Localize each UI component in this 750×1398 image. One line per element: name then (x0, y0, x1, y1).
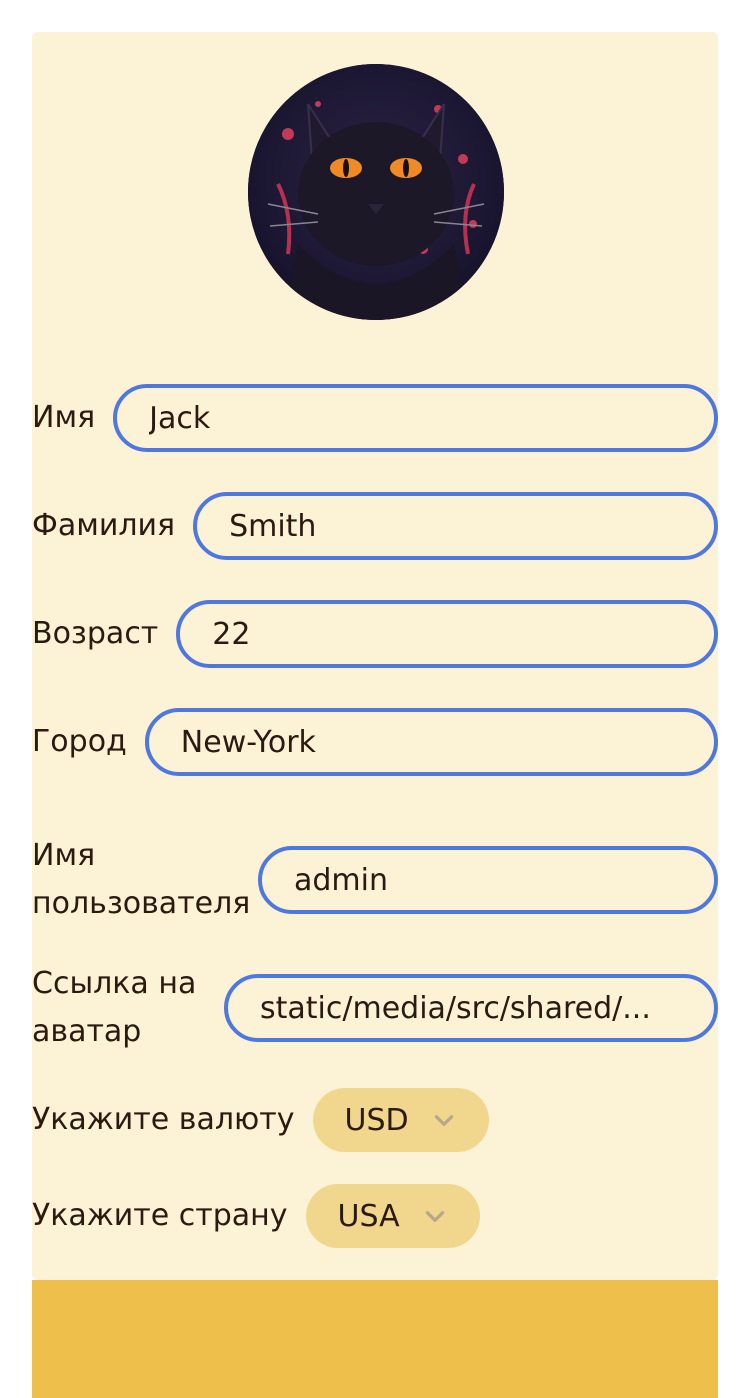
cat-avatar-icon (248, 64, 504, 320)
first-name-value: Jack (149, 400, 211, 436)
chevron-down-icon (434, 1115, 453, 1126)
currency-row: Укажите валюту USD (32, 1088, 718, 1152)
avatar-link-value: static/media/src/shared/... (260, 990, 651, 1026)
age-value: 22 (212, 616, 251, 652)
age-label: Возраст (32, 616, 159, 651)
country-label: Укажите страну (32, 1198, 288, 1233)
currency-select[interactable]: USD (312, 1088, 489, 1152)
age-input[interactable]: 22 (176, 600, 718, 668)
chevron-down-icon (425, 1211, 444, 1222)
username-label: Имя пользователя (32, 838, 251, 921)
last-name-value: Smith (229, 508, 317, 544)
first-name-label: Имя (32, 400, 96, 435)
last-name-label: Фамилия (32, 508, 176, 543)
country-value: USA (337, 1198, 400, 1234)
avatar-link-label: Ссылка на аватар (32, 966, 197, 1049)
city-value: New-York (180, 724, 316, 760)
footer-bar (32, 1280, 718, 1398)
last-name-input[interactable]: Smith (193, 492, 718, 560)
field-row-first-name: Имя Jack (32, 384, 718, 452)
currency-label: Укажите валюту (32, 1102, 295, 1137)
city-label: Город (32, 724, 127, 759)
country-select[interactable]: USA (305, 1184, 480, 1248)
field-row-last-name: Фамилия Smith (32, 492, 718, 560)
username-value: admin (294, 862, 388, 898)
field-row-age: Возраст 22 (32, 600, 718, 668)
currency-value: USD (344, 1102, 409, 1138)
city-input[interactable]: New-York (144, 708, 718, 776)
username-input[interactable]: admin (258, 846, 718, 914)
avatar (248, 64, 504, 320)
country-row: Укажите страну USA (32, 1184, 718, 1248)
avatar-link-input[interactable]: static/media/src/shared/... (224, 974, 718, 1042)
field-row-avatar-link: Ссылка на аватар static/media/src/shared… (32, 960, 718, 1056)
field-row-city: Город New-York (32, 708, 718, 776)
first-name-input[interactable]: Jack (113, 384, 718, 452)
field-row-username: Имя пользователя admin (32, 832, 718, 928)
